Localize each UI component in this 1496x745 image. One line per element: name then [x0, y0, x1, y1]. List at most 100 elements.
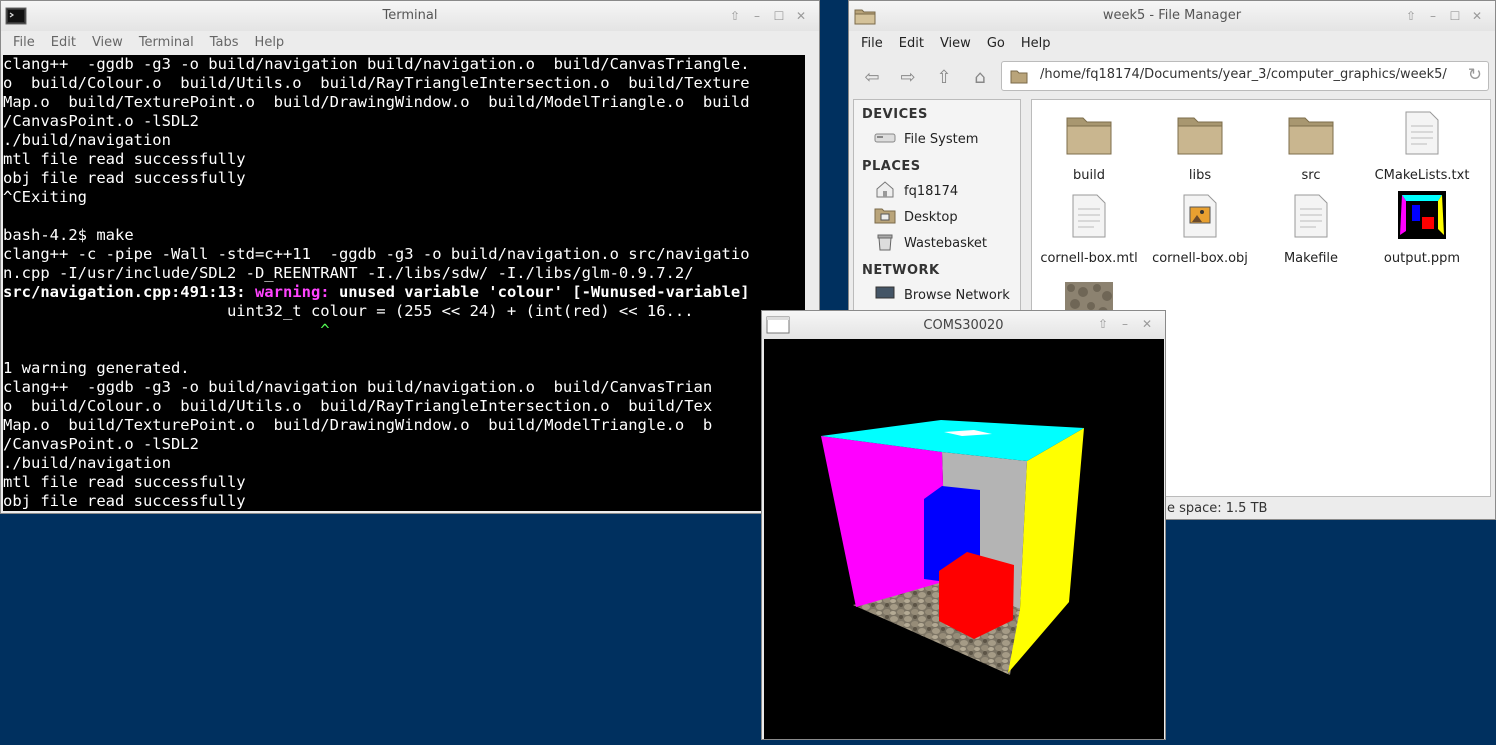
cornell-box-render	[821, 420, 1084, 675]
back-icon[interactable]: ⇦	[859, 65, 885, 91]
file-item-cornell-box-mtl[interactable]: cornell-box.mtl	[1034, 193, 1144, 266]
warning-source-line: uint32_t colour = (255 << 24) + (int(red…	[3, 302, 694, 320]
terminal-title: Terminal	[382, 8, 438, 23]
file-item-cornell-box-obj[interactable]: cornell-box.obj	[1145, 194, 1255, 266]
close-button[interactable]: ✕	[791, 7, 811, 25]
menu-view[interactable]: View	[84, 35, 131, 50]
sidebar-item-file-system[interactable]: File System	[854, 126, 1020, 152]
menu-edit[interactable]: Edit	[891, 36, 932, 51]
file-label: cornell-box.obj	[1152, 251, 1248, 266]
terminal-output[interactable]: clang++ -ggdb -g3 -o build/navigation bu…	[3, 55, 805, 511]
menu-terminal[interactable]: Terminal	[131, 35, 202, 50]
home-icon[interactable]: ⌂	[967, 65, 993, 91]
warning-caret-line: ^	[3, 321, 330, 339]
terminal-line: obj file read successfully	[3, 492, 246, 510]
terminal-menubar: File Edit View Terminal Tabs Help	[1, 31, 819, 53]
terminal-line: obj file read successfully	[3, 169, 246, 187]
terminal-line: mtl file read successfully	[3, 150, 246, 168]
menu-edit[interactable]: Edit	[43, 35, 84, 50]
terminal-line: n.cpp -I/usr/include/SDL2 -D_REENTRANT -…	[3, 264, 694, 282]
menu-tabs[interactable]: Tabs	[202, 35, 247, 50]
file-item-libs[interactable]: libs	[1145, 112, 1255, 183]
close-button[interactable]: ✕	[1137, 315, 1157, 333]
terminal-line: ^CExiting	[3, 188, 87, 206]
forward-icon[interactable]: ⇨	[895, 65, 921, 91]
menu-go[interactable]: Go	[979, 36, 1013, 51]
maximize-button[interactable]: ☐	[1445, 7, 1465, 25]
warning-line: src/navigation.cpp:491:13: warning: unus…	[3, 283, 805, 302]
maximize-up-button[interactable]: ⇧	[1093, 315, 1113, 333]
menu-view[interactable]: View	[932, 36, 979, 51]
maximize-up-button[interactable]: ⇧	[725, 7, 745, 25]
file-label: libs	[1188, 168, 1212, 183]
terminal-line: 1 warning generated.	[3, 359, 190, 377]
terminal-line: bash-4.2$ make	[3, 226, 134, 244]
file-manager-title: week5 - File Manager	[1102, 8, 1242, 23]
minimize-button[interactable]: –	[1115, 315, 1135, 333]
file-label: Makefile	[1283, 251, 1339, 266]
sidebar-item-desktop[interactable]: Desktop	[854, 204, 1020, 230]
menu-help[interactable]: Help	[1013, 36, 1059, 51]
maximize-up-button[interactable]: ⇧	[1401, 7, 1421, 25]
terminal-line: mtl file read successfully	[3, 473, 246, 491]
file-item-src[interactable]: src	[1256, 112, 1366, 183]
network-header: NETWORK	[862, 263, 940, 278]
image-thumbnail-icon	[1398, 191, 1446, 243]
file-manager-menubar: File Edit View Go Help	[849, 31, 1495, 55]
file-item-build[interactable]: build	[1034, 112, 1144, 183]
sidebar-item-label: File System	[904, 131, 979, 147]
home-icon	[874, 180, 896, 202]
file-label: output.ppm	[1383, 251, 1461, 266]
desktop-icon	[874, 206, 896, 228]
sidebar-item-label: Wastebasket	[904, 235, 988, 251]
drive-icon	[874, 129, 896, 149]
devices-header: DEVICES	[862, 107, 928, 122]
folder-icon	[1176, 112, 1224, 160]
file-manager-titlebar[interactable]: week5 - File Manager ⇧ – ☐ ✕	[849, 1, 1495, 31]
terminal-line: ./build/navigation	[3, 454, 171, 472]
render-window[interactable]: COMS30020 ⇧ – ✕	[761, 310, 1166, 740]
up-icon[interactable]: ⇧	[931, 65, 957, 91]
close-button[interactable]: ✕	[1467, 7, 1487, 25]
minimize-button[interactable]: –	[747, 7, 767, 25]
menu-file[interactable]: File	[853, 36, 891, 51]
terminal-line: Map.o build/TexturePoint.o build/Drawing…	[3, 93, 750, 111]
text-file-icon	[1069, 193, 1109, 243]
terminal-line: /CanvasPoint.o -lSDL2	[3, 112, 199, 130]
terminal-line: /CanvasPoint.o -lSDL2	[3, 435, 199, 453]
terminal-line: Map.o build/TexturePoint.o build/Drawing…	[3, 416, 713, 434]
path-input[interactable]	[1038, 66, 1452, 83]
sidebar-item-browse-network[interactable]: Browse Network	[854, 282, 1020, 308]
file-label: cornell-box.mtl	[1040, 251, 1138, 266]
menu-help[interactable]: Help	[247, 35, 293, 50]
render-canvas[interactable]	[764, 339, 1164, 739]
menu-file[interactable]: File	[5, 35, 43, 50]
terminal-line: o build/Colour.o build/Utils.o build/Ray…	[3, 397, 713, 415]
warning-location: src/navigation.cpp:491:13:	[3, 283, 255, 301]
terminal-titlebar[interactable]: Terminal ⇧ – ☐ ✕	[1, 1, 819, 31]
sidebar-item-wastebasket[interactable]: Wastebasket	[854, 230, 1020, 256]
folder-icon	[1065, 112, 1113, 160]
terminal-window[interactable]: Terminal ⇧ – ☐ ✕ File Edit View Terminal…	[0, 0, 820, 514]
file-item-cmakelists[interactable]: CMakeLists.txt	[1367, 111, 1477, 183]
warning-label: warning:	[254, 283, 339, 301]
file-item-output-ppm[interactable]: output.ppm	[1367, 191, 1477, 266]
places-header: PLACES	[862, 159, 921, 174]
file-label: src	[1301, 168, 1321, 183]
sidebar-item-label: fq18174	[904, 183, 959, 199]
file-manager-toolbar: ⇦ ⇨ ⇧ ⌂ ↻	[849, 59, 1495, 95]
trash-icon	[874, 231, 896, 255]
folder-icon	[1287, 112, 1335, 160]
reload-icon[interactable]: ↻	[1468, 65, 1482, 85]
minimize-button[interactable]: –	[1423, 7, 1443, 25]
sidebar-item-label: Browse Network	[904, 287, 1010, 303]
maximize-button[interactable]: ☐	[769, 7, 789, 25]
location-bar[interactable]: ↻	[1001, 61, 1489, 91]
render-window-titlebar[interactable]: COMS30020 ⇧ – ✕	[762, 311, 1165, 339]
file-item-makefile[interactable]: Makefile	[1256, 194, 1366, 266]
terminal-line: clang++ -c -pipe -Wall -std=c++11 -ggdb …	[3, 245, 750, 263]
sidebar-item-home[interactable]: fq18174	[854, 178, 1020, 204]
sidebar-item-label: Desktop	[904, 209, 958, 225]
